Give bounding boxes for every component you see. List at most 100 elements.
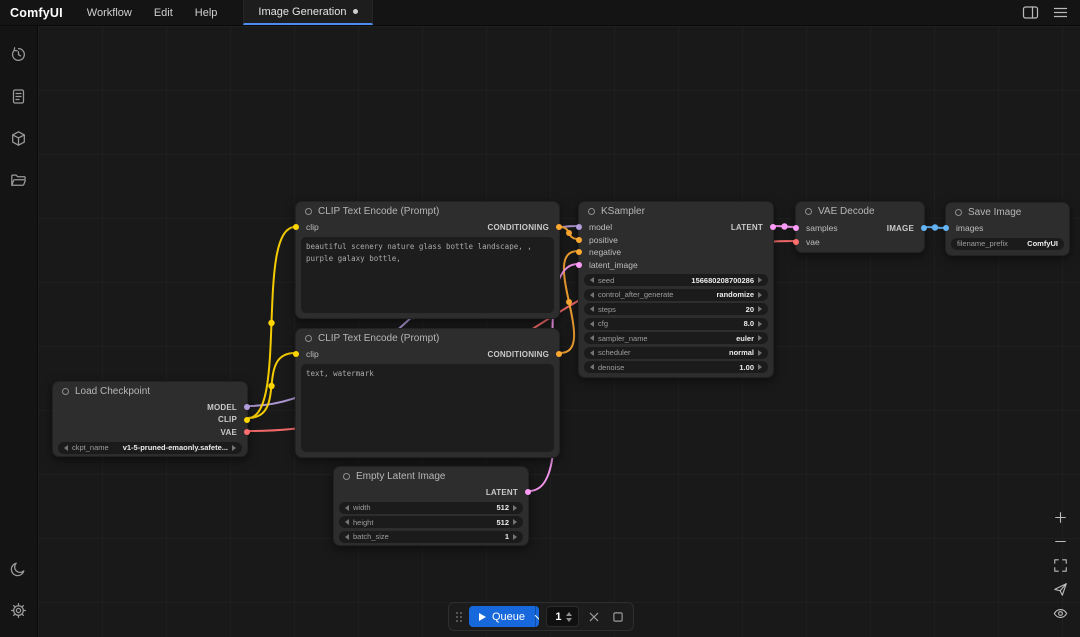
prompt-textarea[interactable]: text, watermark — [301, 364, 554, 452]
widget-control-after-generate[interactable]: control_after_generate randomize — [584, 289, 768, 301]
collapse-toggle-icon[interactable] — [805, 208, 812, 215]
workflows-icon[interactable] — [0, 159, 38, 201]
output-port-conditioning[interactable] — [556, 224, 562, 230]
node-empty-latent-image[interactable]: Empty Latent Image LATENT width 512 heig… — [333, 466, 529, 546]
output-label: CONDITIONING — [487, 223, 549, 232]
next-value-icon[interactable] — [758, 364, 762, 370]
prev-value-icon[interactable] — [590, 364, 594, 370]
output-port-conditioning[interactable] — [556, 351, 562, 357]
next-value-icon[interactable] — [758, 350, 762, 356]
prev-value-icon[interactable] — [590, 292, 594, 298]
node-ksampler[interactable]: KSampler model LATENT positive negative … — [578, 201, 774, 378]
widget-batch-size[interactable]: batch_size 1 — [339, 531, 523, 543]
output-port-model[interactable] — [244, 404, 250, 410]
menu-help[interactable]: Help — [184, 0, 229, 25]
prev-value-icon[interactable] — [590, 306, 594, 312]
widget-width[interactable]: width 512 — [339, 502, 523, 514]
next-value-icon[interactable] — [758, 321, 762, 327]
node-header[interactable]: Load Checkpoint — [53, 382, 247, 401]
prev-value-icon[interactable] — [590, 350, 594, 356]
clear-queue-button[interactable] — [586, 607, 602, 627]
tab-image-generation[interactable]: Image Generation — [243, 0, 373, 25]
output-port-image[interactable] — [921, 225, 927, 231]
menu-workflow[interactable]: Workflow — [76, 0, 143, 25]
next-value-icon[interactable] — [758, 335, 762, 341]
node-vae-decode[interactable]: VAE Decode samples IMAGE vae — [795, 201, 925, 253]
widget-seed[interactable]: seed 156680208700286 — [584, 274, 768, 286]
prev-value-icon[interactable] — [345, 534, 349, 540]
fit-view-icon[interactable] — [1049, 558, 1071, 573]
next-value-icon[interactable] — [513, 505, 517, 511]
queue-button[interactable]: Queue — [469, 606, 535, 627]
eye-icon[interactable] — [1049, 606, 1071, 621]
input-port-clip[interactable] — [293, 224, 299, 230]
next-value-icon[interactable] — [513, 519, 517, 525]
prev-value-icon[interactable] — [590, 321, 594, 327]
collapse-toggle-icon[interactable] — [305, 335, 312, 342]
pointer-icon[interactable] — [1049, 582, 1071, 597]
widget-cfg[interactable]: cfg 8.0 — [584, 318, 768, 330]
batch-count-input[interactable]: 1 — [546, 606, 579, 627]
prev-value-icon[interactable] — [345, 505, 349, 511]
node-save-image[interactable]: Save Image images filename_prefix ComfyU… — [945, 202, 1070, 256]
widget-steps[interactable]: steps 20 — [584, 303, 768, 315]
node-load-checkpoint[interactable]: Load Checkpoint MODEL CLIP VAE ckpt_name… — [52, 381, 248, 457]
output-port-clip[interactable] — [244, 417, 250, 423]
node-header[interactable]: VAE Decode — [796, 202, 924, 221]
node-clip-text-encode-positive[interactable]: CLIP Text Encode (Prompt) clip CONDITION… — [295, 201, 560, 319]
node-clip-text-encode-negative[interactable]: CLIP Text Encode (Prompt) clip CONDITION… — [295, 328, 560, 458]
zoom-in-icon[interactable] — [1049, 510, 1071, 525]
stop-button[interactable] — [610, 607, 626, 627]
collapse-toggle-icon[interactable] — [955, 209, 962, 216]
next-value-icon[interactable] — [232, 445, 236, 451]
widget-denoise[interactable]: denoise 1.00 — [584, 361, 768, 373]
panel-toggle-icon[interactable] — [1018, 2, 1042, 24]
queue-options-dropdown[interactable] — [535, 606, 539, 627]
output-port-latent[interactable] — [525, 489, 531, 495]
prompt-textarea[interactable]: beautiful scenery nature glass bottle la… — [301, 237, 554, 313]
queue-history-icon[interactable] — [0, 33, 38, 75]
model-library-icon[interactable] — [0, 117, 38, 159]
next-value-icon[interactable] — [513, 534, 517, 540]
input-port-negative[interactable] — [576, 249, 582, 255]
widget-sampler-name[interactable]: sampler_name euler — [584, 332, 768, 344]
settings-icon[interactable] — [0, 589, 38, 631]
prev-value-icon[interactable] — [345, 519, 349, 525]
node-header[interactable]: Save Image — [946, 203, 1069, 222]
increment-icon[interactable] — [566, 612, 572, 616]
decrement-icon[interactable] — [566, 618, 572, 622]
prev-value-icon[interactable] — [64, 445, 68, 451]
node-header[interactable]: CLIP Text Encode (Prompt) — [296, 202, 559, 221]
next-value-icon[interactable] — [758, 306, 762, 312]
widget-ckpt-name[interactable]: ckpt_name v1-5-pruned-emaonly.safete... — [58, 442, 242, 454]
prev-value-icon[interactable] — [590, 335, 594, 341]
next-value-icon[interactable] — [758, 292, 762, 298]
collapse-toggle-icon[interactable] — [62, 388, 69, 395]
widget-filename-prefix[interactable]: filename_prefix ComfyUI — [951, 238, 1064, 250]
input-port-vae[interactable] — [793, 239, 799, 245]
node-library-icon[interactable] — [0, 75, 38, 117]
collapse-toggle-icon[interactable] — [588, 208, 595, 215]
collapse-toggle-icon[interactable] — [305, 208, 312, 215]
widget-height[interactable]: height 512 — [339, 516, 523, 528]
node-header[interactable]: Empty Latent Image — [334, 467, 528, 486]
node-header[interactable]: KSampler — [579, 202, 773, 221]
output-port-latent[interactable] — [770, 224, 776, 230]
input-port-samples[interactable] — [793, 225, 799, 231]
menu-edit[interactable]: Edit — [143, 0, 184, 25]
input-port-model[interactable] — [576, 224, 582, 230]
output-port-vae[interactable] — [244, 429, 250, 435]
theme-toggle-icon[interactable] — [0, 547, 38, 589]
drag-handle-icon[interactable] — [456, 612, 462, 622]
menu-icon[interactable] — [1048, 2, 1072, 24]
prev-value-icon[interactable] — [590, 277, 594, 283]
input-port-clip[interactable] — [293, 351, 299, 357]
node-header[interactable]: CLIP Text Encode (Prompt) — [296, 329, 559, 348]
input-port-latent-image[interactable] — [576, 262, 582, 268]
widget-scheduler[interactable]: scheduler normal — [584, 347, 768, 359]
next-value-icon[interactable] — [758, 277, 762, 283]
input-port-images[interactable] — [943, 225, 949, 231]
zoom-out-icon[interactable] — [1049, 534, 1071, 549]
collapse-toggle-icon[interactable] — [343, 473, 350, 480]
input-port-positive[interactable] — [576, 237, 582, 243]
